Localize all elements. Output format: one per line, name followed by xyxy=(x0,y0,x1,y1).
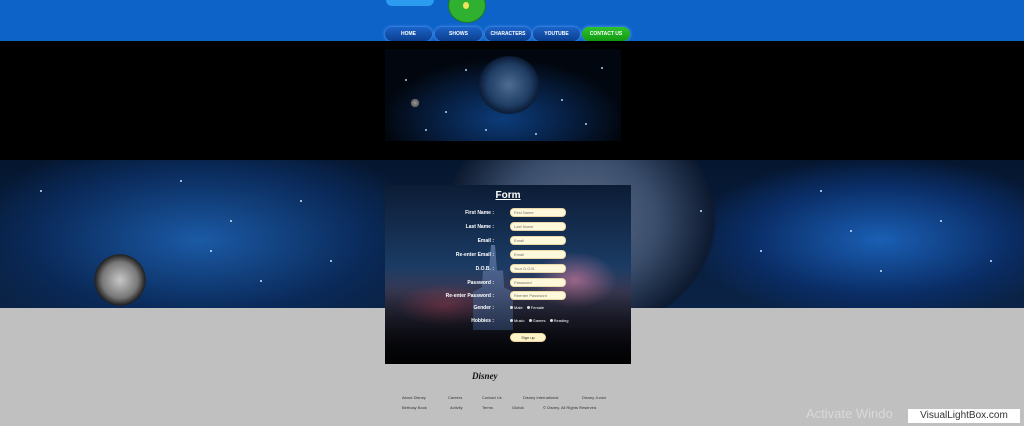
footer-link-contact[interactable]: Contact Us xyxy=(482,395,502,400)
space-banner-image xyxy=(385,49,621,141)
hobby-music-label: Music xyxy=(514,318,525,323)
reenter-password-input[interactable] xyxy=(510,291,566,300)
reenter-password-row: Re-enter Password : xyxy=(385,291,631,301)
gender-female-radio[interactable] xyxy=(526,306,530,310)
reenter-email-input[interactable] xyxy=(510,250,566,259)
form-title: Form xyxy=(495,190,521,201)
hobbies-options: Music Games Reading xyxy=(510,316,572,326)
logo-shape xyxy=(386,0,434,6)
first-name-label: First Name : xyxy=(465,210,494,216)
hobby-music-checkbox[interactable] xyxy=(510,319,513,323)
hobby-games-label: Games xyxy=(532,318,546,323)
nav-characters[interactable]: CHARACTERS xyxy=(485,27,531,41)
footer-copyright: © Disney. All Rights Reserved. xyxy=(543,405,598,410)
last-name-label: Last Name : xyxy=(465,224,494,230)
footer-link-about[interactable]: About Disney xyxy=(402,395,426,400)
footer-link-junior[interactable]: Disney Junior xyxy=(582,395,606,400)
nav-contact-us[interactable]: CONTACT US xyxy=(582,27,630,41)
gender-male-radio[interactable] xyxy=(510,306,513,310)
dob-row: D.O.B. : xyxy=(385,264,631,274)
nav-shows[interactable]: SHOWS xyxy=(435,27,482,41)
first-name-row: First Name : xyxy=(385,208,631,218)
footer-link-careers[interactable]: Careers xyxy=(448,395,462,400)
nav-youtube[interactable]: YOUTUBE xyxy=(533,27,580,41)
footer-link-terms[interactable]: Terms xyxy=(482,405,493,410)
password-label: Password : xyxy=(467,280,494,286)
activate-windows-watermark: Activate Windo xyxy=(806,406,893,421)
hobby-reading-checkbox[interactable] xyxy=(549,319,553,323)
gender-female-label: Female xyxy=(530,305,545,310)
signup-button[interactable]: Sign up xyxy=(510,333,546,342)
reenter-password-label: Re-enter Password : xyxy=(445,293,494,299)
password-row: Password : xyxy=(385,278,631,288)
footer-link-birthday[interactable]: Birthday Book xyxy=(402,405,427,410)
nav-home[interactable]: HOME xyxy=(385,27,432,41)
email-input[interactable] xyxy=(510,236,566,245)
main-nav: HOME SHOWS CHARACTERS YOUTUBE CONTACT US xyxy=(385,27,633,42)
reenter-email-row: Re-enter Email : xyxy=(385,250,631,260)
logo-eye xyxy=(463,2,469,9)
hobbies-row: Hobbies : Music Games Reading xyxy=(385,316,631,326)
footer-link-international[interactable]: Disney International xyxy=(523,395,558,400)
reenter-email-label: Re-enter Email : xyxy=(455,252,494,258)
password-input[interactable] xyxy=(510,278,566,287)
gender-male-label: Male xyxy=(514,305,523,310)
footer-link-activity[interactable]: Activity xyxy=(450,405,463,410)
gender-row: Gender : Male Female xyxy=(385,303,631,313)
last-name-row: Last Name : xyxy=(385,222,631,232)
hobbies-label: Hobbies : xyxy=(471,318,494,324)
email-label: Email : xyxy=(477,238,494,244)
email-row: Email : xyxy=(385,236,631,246)
dob-label: D.O.B. : xyxy=(475,266,494,272)
footer-link-global[interactable]: Global xyxy=(512,405,524,410)
hobby-reading-label: Reading xyxy=(553,318,569,323)
disney-logo[interactable]: Disney xyxy=(472,371,498,381)
visuallightbox-watermark[interactable]: VisualLightBox.com xyxy=(908,409,1020,423)
hobby-games-checkbox[interactable] xyxy=(528,319,532,323)
gender-label: Gender : xyxy=(473,305,494,311)
contact-form: Form First Name : Last Name : Email : Re… xyxy=(385,185,631,364)
last-name-input[interactable] xyxy=(510,222,566,231)
gender-options: Male Female xyxy=(510,303,547,313)
dob-input[interactable] xyxy=(510,264,566,273)
first-name-input[interactable] xyxy=(510,208,566,217)
